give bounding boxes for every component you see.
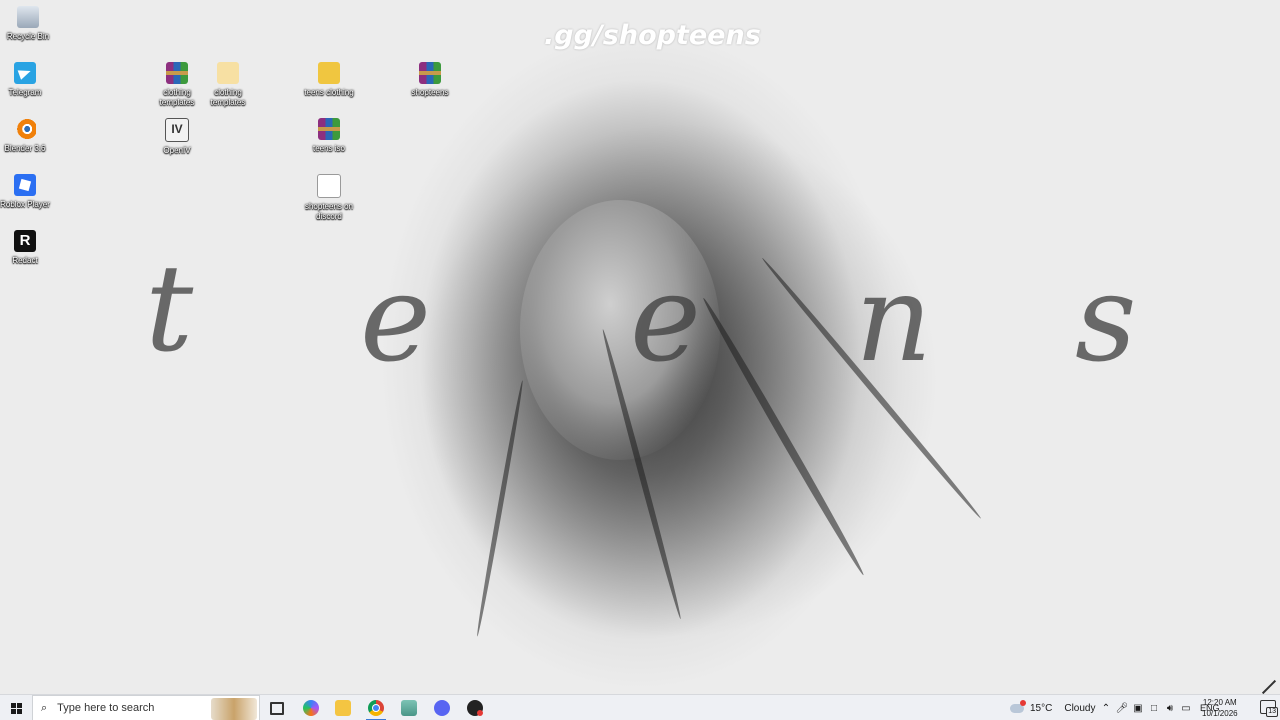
taskbar-app-chrome[interactable] [360,695,392,720]
desktop-icon-redact[interactable]: R Redact [0,230,53,266]
desktop-icon-telegram[interactable]: Telegram [0,62,53,98]
archive-folder-icon [318,62,340,84]
taskbar-app-copilot[interactable] [295,695,327,720]
desktop-icon-label: shopteens [411,88,449,97]
taskbar: ⌕ 15°C Cloudy ⌃ 🎤︎ ▣ □ 🔊︎ ▭ ENG 12:20 AM… [0,694,1280,720]
wallpaper-letter: n [855,250,933,389]
search-icon: ⌕ [41,701,48,714]
search-highlight-image [211,698,257,720]
wallpaper-letter: e [360,250,432,389]
desktop-icon-recycle-bin[interactable]: Recycle Bin [0,6,56,42]
desktop-icon-label: clothing templates [159,88,195,107]
chrome-icon [368,700,384,716]
wallpaper-letter: e [630,250,702,389]
text-document-icon [317,174,341,198]
clock-time: 12:20 AM [1202,698,1237,707]
roblox-icon [14,174,36,196]
taskbar-app-task-view[interactable] [261,695,293,720]
copilot-icon [303,700,319,716]
task-view-icon [270,701,284,715]
weather-temp: 15°C [1030,702,1053,714]
display-icon[interactable]: ▣ [1130,703,1146,714]
desktop-icon-roblox-player[interactable]: Roblox Player [0,174,53,210]
desktop-icon-label: Telegram [8,88,42,97]
windows-logo-icon [10,702,22,714]
recycle-bin-icon [17,6,39,28]
discord-icon [434,700,450,716]
desktop-icon-label: OpenIV [163,146,191,155]
network-icon[interactable]: □ [1146,703,1162,714]
microphone-icon[interactable]: 🎤︎ [1114,703,1130,714]
winrar-archive-icon [419,62,441,84]
desktop-icon-label: teens iso [312,144,346,153]
desktop-icon-clothing-templates-folder[interactable]: clothing templates [200,62,256,108]
wallpaper-letter: s [1075,250,1137,389]
desktop-icon-label: Roblox Player [0,200,50,209]
wallpaper-title: .gg/shopteens [544,20,761,51]
battery-icon[interactable]: ▭ [1178,703,1194,714]
file-explorer-icon [335,700,351,716]
desktop-icon-label: shopteens on discord [304,202,354,221]
volume-icon[interactable]: 🔊︎ [1162,703,1178,714]
desktop-icon-shopteens[interactable]: shopteens [402,62,458,98]
cloudy-weather-icon [1010,699,1026,713]
blender-icon [14,118,36,140]
desktop-icon-clothing-templates-archive[interactable]: clothing templates [149,62,205,108]
wallpaper-letter: t [145,240,194,379]
winrar-archive-icon [166,62,188,84]
desktop-icon-label: Redact [12,256,38,265]
weather-widget[interactable]: 15°C Cloudy [1010,695,1095,720]
desktop-icon-teens-iso[interactable]: teens iso [301,118,357,154]
clock-date: 10/1/2026 [1202,709,1238,718]
taskbar-app-notepad[interactable] [393,695,425,720]
telegram-icon [14,62,36,84]
desktop-icon-shopteens-on-discord[interactable]: shopteens on discord [301,174,357,222]
desktop-icon-label: teens clothing [304,88,354,97]
clock[interactable]: 12:20 AM 10/1/2026 [1202,695,1238,720]
start-button[interactable] [0,695,32,720]
taskbar-search[interactable]: ⌕ [32,695,260,720]
folder-icon [217,62,239,84]
redact-icon: R [14,230,36,252]
taskbar-app-discord[interactable] [426,695,458,720]
weather-condition: Cloudy [1064,702,1096,714]
notepad-icon [401,700,417,716]
desktop-icon-label: Blender 3.6 [4,144,46,153]
desktop-icon-teens-clothing[interactable]: teens clothing [301,62,357,98]
desktop-icon-openiv[interactable]: IV OpenIV [149,118,205,156]
desktop-icon-label: Recycle Bin [6,32,50,41]
search-input[interactable] [55,701,200,715]
chevron-up-icon[interactable]: ⌃ [1098,703,1114,714]
desktop-icon-label: clothing templates [210,88,246,107]
desktop-icon-blender[interactable]: Blender 3.6 [0,118,53,154]
openiv-icon: IV [165,118,189,142]
recorder-icon [467,700,483,716]
taskbar-app-file-explorer[interactable] [327,695,359,720]
taskbar-app-recorder[interactable] [459,695,491,720]
notification-count-badge: 13 [1266,707,1278,717]
winrar-archive-icon [318,118,340,140]
